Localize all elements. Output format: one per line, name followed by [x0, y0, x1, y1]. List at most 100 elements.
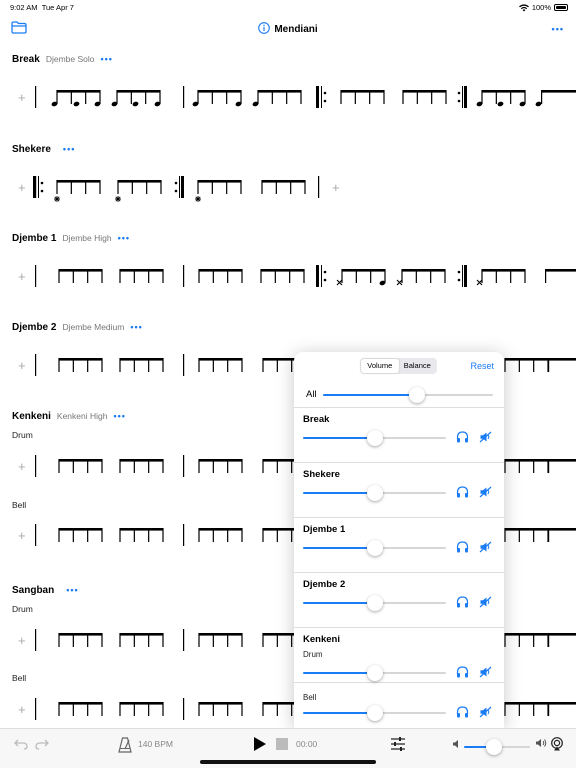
stem — [99, 180, 101, 194]
channel-name: Kenkeni — [303, 634, 340, 645]
beam — [505, 633, 548, 636]
instrument-more-button[interactable]: ••• — [66, 585, 78, 595]
reset-button[interactable]: Reset — [470, 361, 494, 371]
instrument-header[interactable]: Shekere ••• — [12, 144, 75, 155]
stem — [87, 459, 89, 473]
mute-speaker-icon[interactable] — [479, 541, 492, 553]
add-measure-button[interactable]: + — [18, 269, 26, 284]
mute-speaker-icon[interactable] — [479, 431, 492, 443]
headphones-icon[interactable] — [456, 666, 469, 678]
instrument-header[interactable]: Djembe 2 Djembe Medium ••• — [12, 322, 143, 333]
instrument-more-button[interactable]: ••• — [130, 322, 142, 332]
notation-staff[interactable]: + — [0, 82, 576, 126]
stop-button[interactable] — [276, 738, 288, 750]
instrument-more-button[interactable]: ••• — [113, 411, 125, 421]
slap-note-head — [476, 279, 483, 286]
beam — [482, 269, 525, 272]
add-measure-button[interactable]: + — [18, 702, 26, 717]
stem — [227, 702, 229, 716]
slider-knob[interactable] — [366, 485, 383, 501]
play-icon[interactable] — [253, 736, 267, 752]
headphones-icon[interactable] — [456, 486, 469, 498]
stem — [289, 269, 291, 283]
headphones-icon[interactable] — [456, 431, 469, 443]
channel-volume-slider[interactable] — [303, 485, 446, 501]
stem — [197, 180, 199, 194]
stem — [72, 702, 74, 716]
slider-knob[interactable] — [366, 430, 383, 446]
add-measure-button[interactable]: + — [18, 528, 26, 543]
mute-speaker-icon[interactable] — [479, 706, 492, 718]
instrument-more-button[interactable]: ••• — [118, 233, 130, 243]
headphones-icon[interactable] — [456, 596, 469, 608]
beam — [505, 358, 548, 361]
stem — [198, 702, 200, 716]
stem — [70, 90, 72, 104]
note-head — [73, 101, 80, 107]
slider-knob[interactable] — [366, 540, 383, 556]
metronome-icon[interactable] — [118, 737, 132, 753]
instrument-more-button[interactable]: ••• — [63, 144, 75, 154]
volume-tab[interactable]: Volume — [361, 359, 399, 373]
barline — [183, 524, 185, 546]
tempo-label[interactable]: 140 BPM — [138, 739, 173, 749]
add-measure-button[interactable]: + — [18, 358, 26, 373]
headphones-icon[interactable] — [456, 706, 469, 718]
slider-knob[interactable] — [366, 705, 383, 721]
mute-speaker-icon[interactable] — [479, 596, 492, 608]
more-button[interactable]: ••• — [552, 24, 564, 34]
volume-slider[interactable] — [464, 739, 530, 755]
add-measure-button[interactable]: + — [18, 90, 26, 105]
beam — [57, 180, 100, 183]
channel-volume-slider[interactable] — [303, 595, 446, 611]
channel-volume-slider[interactable] — [303, 665, 446, 681]
beam — [59, 358, 102, 361]
channel-volume-slider[interactable] — [303, 705, 446, 721]
slider-knob[interactable] — [366, 595, 383, 611]
add-measure-button[interactable]: + — [18, 459, 26, 474]
instrument-header[interactable]: Sangban ••• — [12, 585, 79, 596]
stem — [533, 528, 535, 542]
instrument-more-button[interactable]: ••• — [100, 54, 112, 64]
repeat-barline-thin — [179, 176, 180, 198]
home-indicator — [200, 760, 376, 764]
part-label: Drum — [12, 430, 33, 440]
all-label: All — [306, 389, 317, 400]
instrument-header[interactable]: Djembe 1 Djembe High ••• — [12, 233, 130, 244]
stem — [257, 90, 259, 104]
airplay-icon[interactable] — [550, 737, 564, 751]
part-label: Drum — [12, 604, 33, 614]
channel-volume-slider[interactable] — [303, 430, 446, 446]
stem — [340, 90, 342, 104]
redo-icon[interactable] — [35, 738, 49, 750]
stem — [481, 90, 483, 104]
slider-knob[interactable] — [485, 739, 502, 755]
notation-staff[interactable]: + + — [0, 172, 576, 216]
note-head — [132, 101, 139, 107]
add-measure-button[interactable]: + — [332, 180, 340, 195]
slider-knob[interactable] — [408, 387, 425, 403]
mute-speaker-icon[interactable] — [479, 486, 492, 498]
add-measure-button[interactable]: + — [18, 180, 26, 195]
headphones-icon[interactable] — [456, 541, 469, 553]
stem — [101, 358, 103, 372]
stem — [504, 528, 506, 542]
stem — [101, 702, 103, 716]
notation-staff[interactable]: + — [0, 261, 576, 305]
mute-speaker-icon[interactable] — [479, 666, 492, 678]
beam — [505, 702, 548, 705]
slider-knob[interactable] — [366, 665, 383, 681]
instrument-header[interactable]: Kenkeni Kenkeni High ••• — [12, 411, 126, 422]
mixer-icon[interactable] — [390, 736, 406, 752]
all-volume-slider[interactable] — [323, 387, 493, 403]
instrument-header[interactable]: Break Djembe Solo ••• — [12, 54, 113, 65]
volume-low-icon — [453, 740, 458, 748]
balance-tab[interactable]: Balance — [399, 359, 437, 373]
channel-volume-slider[interactable] — [303, 540, 446, 556]
add-measure-button[interactable]: + — [18, 633, 26, 648]
undo-icon[interactable] — [14, 738, 28, 750]
info-icon[interactable] — [258, 22, 271, 34]
stem — [198, 358, 200, 372]
beam — [341, 90, 384, 93]
stem — [85, 90, 87, 104]
